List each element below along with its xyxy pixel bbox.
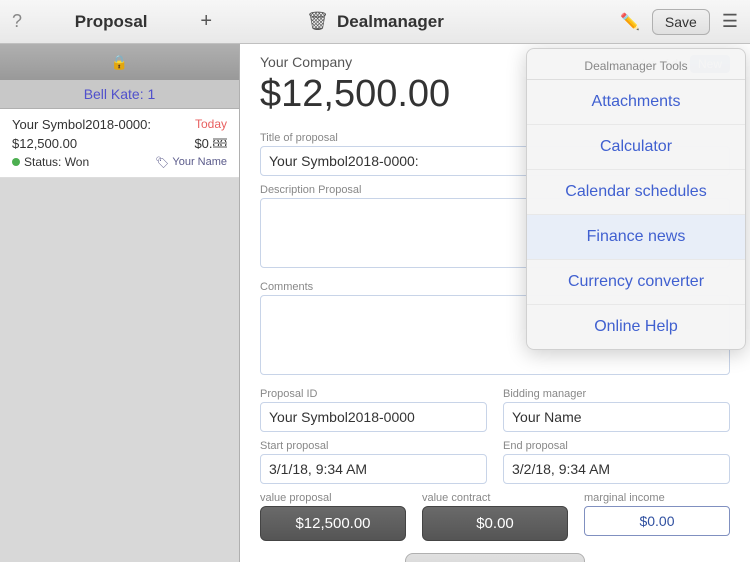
item-status-row: Status: Won 🏷 Your Name bbox=[12, 155, 227, 169]
dropdown-item-online-help[interactable]: Online Help bbox=[527, 305, 745, 349]
proposal-id-field: Proposal ID bbox=[260, 388, 487, 432]
start-proposal-label: Start proposal bbox=[260, 440, 487, 452]
bidding-manager-label: Bidding manager bbox=[503, 388, 730, 400]
end-proposal-input[interactable] bbox=[503, 454, 730, 484]
add-edit-orderlines-button[interactable]: Add/Edit Orderlines ⇒ bbox=[405, 553, 584, 562]
dropdown-menu: Dealmanager Tools Attachments Calculator… bbox=[526, 48, 746, 350]
value-proposal-display: $12,500.00 bbox=[260, 506, 406, 541]
dropdown-item-attachments[interactable]: Attachments bbox=[527, 80, 745, 125]
end-proposal-label: End proposal bbox=[503, 440, 730, 452]
lock-icon: 🔒 bbox=[111, 54, 128, 71]
proposal-id-input[interactable] bbox=[260, 402, 487, 432]
question-icon[interactable]: ? bbox=[12, 11, 22, 32]
add-icon[interactable]: + bbox=[200, 10, 212, 33]
content-area: Your Company status of de New $12,500.00… bbox=[240, 44, 750, 562]
list-handle bbox=[213, 138, 227, 148]
start-proposal-input[interactable] bbox=[260, 454, 487, 484]
sidebar-title: Proposal bbox=[32, 12, 190, 32]
value-contract-display: $0.00 bbox=[422, 506, 568, 541]
item-status: Status: Won bbox=[12, 155, 89, 169]
item-row: $12,500.00 $0.00 bbox=[12, 136, 227, 151]
item-date: Today bbox=[195, 117, 227, 131]
value-contract-field: value contract $0.00 bbox=[422, 492, 568, 541]
id-manager-row: Proposal ID Bidding manager bbox=[240, 380, 750, 432]
nav-left: ? Proposal + bbox=[12, 10, 212, 33]
item-tag: 🏷 Your Name bbox=[155, 156, 227, 169]
edit-icon[interactable]: ✏️ bbox=[620, 12, 640, 32]
marginal-income-field: marginal income $0.00 bbox=[584, 492, 730, 541]
status-dot bbox=[12, 158, 20, 166]
value-proposal-label: value proposal bbox=[260, 492, 406, 504]
sidebar-header: 🔒 bbox=[0, 44, 239, 80]
values-row: value proposal $12,500.00 value contract… bbox=[240, 484, 750, 541]
start-proposal-field: Start proposal bbox=[260, 440, 487, 484]
main-title: Dealmanager bbox=[337, 12, 444, 32]
tag-icon: 🏷 bbox=[155, 156, 169, 169]
sidebar-contact[interactable]: Bell Kate: 1 bbox=[0, 80, 239, 109]
company-name: Your Company bbox=[260, 54, 352, 70]
sidebar-list: Today Your Symbol2018-0000: $12,500.00 $… bbox=[0, 109, 239, 562]
nav-center-group: 🗑 Dealmanager bbox=[306, 11, 444, 32]
end-proposal-field: End proposal bbox=[503, 440, 730, 484]
dropdown-title: Dealmanager Tools bbox=[527, 49, 745, 80]
nav-bar: ? Proposal + 🗑 Dealmanager ✏️ Save ☰ bbox=[0, 0, 750, 44]
dropdown-item-finance-news[interactable]: Finance news bbox=[527, 215, 745, 260]
date-row: Start proposal End proposal bbox=[240, 432, 750, 484]
nav-right: ✏️ Save ☰ bbox=[538, 9, 738, 35]
dropdown-item-calculator[interactable]: Calculator bbox=[527, 125, 745, 170]
marginal-income-display: $0.00 bbox=[584, 506, 730, 536]
dropdown-item-currency-converter[interactable]: Currency converter bbox=[527, 260, 745, 305]
dropdown-item-calendar-schedules[interactable]: Calendar schedules bbox=[527, 170, 745, 215]
bidding-manager-input[interactable] bbox=[503, 402, 730, 432]
menu-icon[interactable]: ☰ bbox=[722, 11, 738, 32]
list-item[interactable]: Today Your Symbol2018-0000: $12,500.00 $… bbox=[0, 109, 239, 178]
save-button[interactable]: Save bbox=[652, 9, 710, 35]
add-edit-row: Add/Edit Orderlines ⇒ bbox=[240, 541, 750, 562]
proposal-id-label: Proposal ID bbox=[260, 388, 487, 400]
marginal-income-label: marginal income bbox=[584, 492, 730, 504]
sidebar: 🔒 Bell Kate: 1 Today Your Symbol2018-000… bbox=[0, 44, 240, 562]
value-proposal-field: value proposal $12,500.00 bbox=[260, 492, 406, 541]
item-amount: $12,500.00 bbox=[12, 136, 77, 151]
main-layout: 🔒 Bell Kate: 1 Today Your Symbol2018-000… bbox=[0, 44, 750, 562]
value-contract-label: value contract bbox=[422, 492, 568, 504]
trash-icon[interactable]: 🗑 bbox=[306, 11, 329, 32]
bidding-manager-field: Bidding manager bbox=[503, 388, 730, 432]
